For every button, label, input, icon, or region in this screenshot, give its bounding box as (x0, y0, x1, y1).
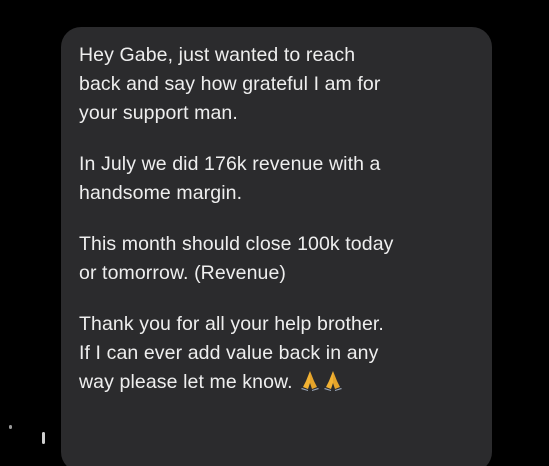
screen-artifact-dot (9, 425, 12, 429)
chat-screen: Hey Gabe, just wanted to reach back and … (0, 0, 549, 466)
message-paragraph: This month should close 100k today or to… (79, 230, 474, 288)
folded-hands-icon (323, 371, 342, 391)
message-line-text: way please let me know. (79, 371, 293, 393)
message-line: back and say how grateful I am for (79, 73, 381, 95)
message-paragraph: In July we did 176k revenue with a hands… (79, 150, 474, 208)
message-line: If I can ever add value back in any (79, 342, 379, 364)
message-line: handsome margin. (79, 182, 243, 204)
message-tail-mark (42, 432, 45, 444)
message-line: In July we did 176k revenue with a (79, 153, 381, 175)
message-line-last: way please let me know. (79, 368, 474, 400)
folded-hands-emoji-group (299, 369, 345, 400)
message-line: Thank you for all your help brother. (79, 313, 384, 335)
message-bubble[interactable]: Hey Gabe, just wanted to reach back and … (61, 27, 492, 466)
message-line: This month should close 100k today (79, 233, 394, 255)
message-line: Hey Gabe, just wanted to reach (79, 44, 356, 66)
message-line: or tomorrow. (Revenue) (79, 262, 287, 284)
folded-hands-icon (300, 371, 319, 391)
message-line: your support man. (79, 102, 238, 124)
message-paragraph: Hey Gabe, just wanted to reach back and … (79, 41, 474, 128)
message-paragraph: Thank you for all your help brother. If … (79, 310, 474, 400)
